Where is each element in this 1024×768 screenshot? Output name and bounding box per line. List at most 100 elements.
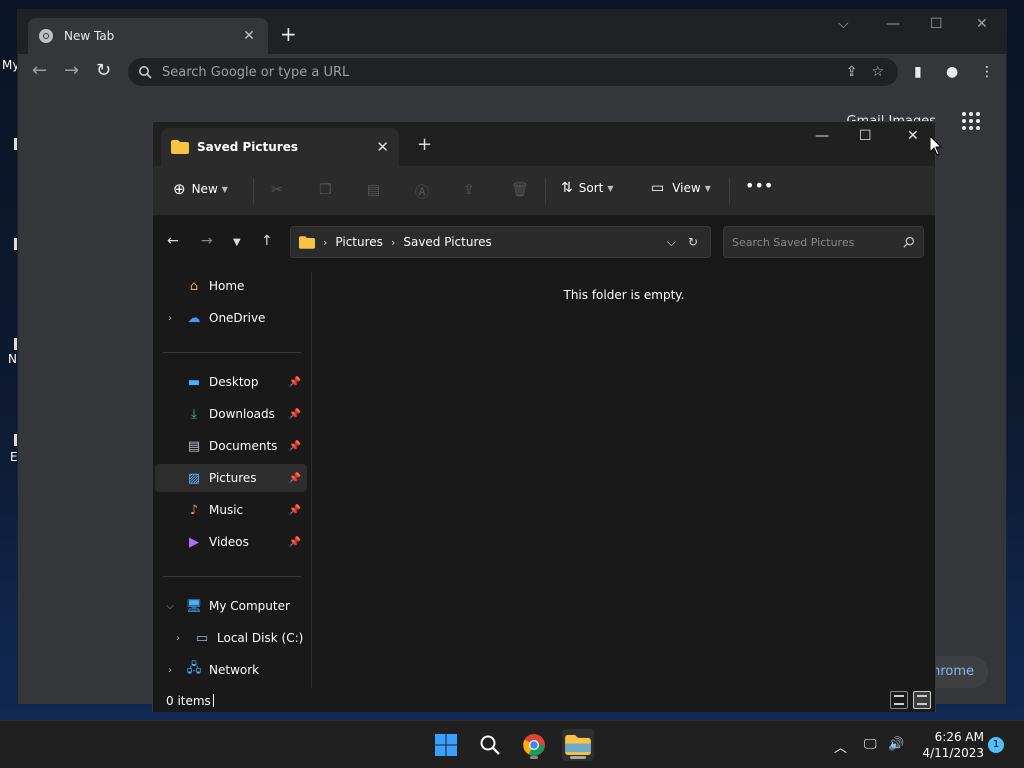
close-window-icon[interactable]: ✕ <box>976 16 988 32</box>
pin-icon[interactable]: 📌 <box>289 473 301 484</box>
recent-locations-chevron-icon[interactable]: ▼ <box>233 236 241 250</box>
pin-icon[interactable]: 📌 <box>289 537 301 548</box>
minimize-icon[interactable]: — <box>886 16 900 32</box>
chrome-tab-new-tab[interactable]: New Tab ✕ <box>28 18 268 54</box>
nav-item-network[interactable]: › 🖧 Network <box>155 656 307 684</box>
share-icon[interactable]: ⇪ <box>846 64 858 80</box>
pin-icon[interactable]: 📌 <box>289 377 301 388</box>
more-options-icon[interactable]: ••• <box>745 176 773 195</box>
pane-splitter[interactable] <box>311 272 312 688</box>
taskbar-search-button[interactable] <box>474 729 506 761</box>
music-icon: ♪ <box>189 502 199 518</box>
nav-item-my-computer[interactable]: ⌵ 🖥 My Computer <box>155 592 307 620</box>
pin-icon[interactable]: 📌 <box>289 505 301 516</box>
back-icon[interactable]: ← <box>167 234 179 248</box>
delete-icon[interactable]: 🗑 <box>511 182 529 198</box>
desktop-icon-label[interactable]: N <box>8 352 17 366</box>
google-apps-icon[interactable] <box>962 112 980 130</box>
more-menu-icon[interactable]: ⋮ <box>980 64 994 80</box>
nav-item-music[interactable]: ♪ Music 📌 <box>155 496 307 524</box>
profile-icon[interactable]: ● <box>946 64 958 80</box>
refresh-icon[interactable]: ↻ <box>688 235 698 249</box>
search-icon <box>903 236 915 248</box>
taskbar-file-explorer[interactable] <box>562 729 594 761</box>
new-tab-icon[interactable]: + <box>417 134 432 155</box>
address-history-chevron-icon[interactable]: ⌵ <box>667 235 676 250</box>
chrome-logo-icon <box>39 29 53 43</box>
nav-item-pictures[interactable]: ▨ Pictures 📌 <box>155 464 307 492</box>
download-icon: ⤓ <box>191 406 197 422</box>
nav-item-onedrive[interactable]: › ☁ OneDrive <box>155 304 307 332</box>
nav-item-local-disk[interactable]: › ▭ Local Disk (C:) <box>163 624 307 652</box>
nav-item-videos[interactable]: ▶ Videos 📌 <box>155 528 307 556</box>
network-status-icon[interactable]: 🖵 <box>864 737 877 752</box>
up-folder-icon[interactable]: ↑ <box>261 234 273 248</box>
copy-icon[interactable]: ❐ <box>319 182 332 198</box>
paste-icon[interactable]: ▤ <box>367 182 380 198</box>
chrome-logo-icon <box>523 734 545 756</box>
chrome-toolbar: ← → ↻ Search Google or type a URL ⇪ ☆ ▮ … <box>18 54 1006 90</box>
breadcrumb-saved-pictures[interactable]: Saved Pictures <box>403 235 491 249</box>
address-bar[interactable]: › Pictures › Saved Pictures ⌵ ↻ <box>290 226 711 258</box>
nav-item-documents[interactable]: ▤ Documents 📌 <box>155 432 307 460</box>
document-icon: ▤ <box>187 438 201 454</box>
view-button[interactable]: ▭ View ▼ <box>651 180 711 196</box>
new-tab-icon[interactable]: + <box>280 24 297 44</box>
show-hidden-icons-chevron-icon[interactable]: ︿ <box>834 737 847 756</box>
search-box[interactable] <box>723 226 924 258</box>
close-window-icon[interactable]: ✕ <box>907 128 919 144</box>
nav-item-home[interactable]: ⌂ Home <box>155 272 307 300</box>
pin-icon[interactable]: 📌 <box>289 409 301 420</box>
chevron-right-icon[interactable]: › <box>163 313 177 324</box>
maximize-icon[interactable]: ☐ <box>859 128 872 144</box>
rename-icon[interactable]: Ⓐ <box>415 182 429 202</box>
computer-icon: 🖥 <box>185 598 203 614</box>
taskbar-chrome[interactable] <box>518 729 550 761</box>
forward-icon[interactable]: → <box>64 62 79 80</box>
new-button[interactable]: ⊕ New ▼ <box>173 180 228 198</box>
chevron-right-icon[interactable]: › <box>163 665 177 676</box>
address-row: ← → ▼ ↑ › Pictures › Saved Pictures ⌵ ↻ <box>153 216 935 268</box>
nav-item-label: Videos <box>209 535 249 549</box>
chevron-right-icon[interactable]: › <box>171 633 185 644</box>
reload-icon[interactable]: ↻ <box>96 62 111 80</box>
breadcrumb-pictures[interactable]: Pictures <box>335 235 383 249</box>
explorer-body: ⌂ Home › ☁ OneDrive ▬ Desktop 📌 ⤓ Downlo… <box>153 268 935 688</box>
cut-icon[interactable]: ✂ <box>271 182 283 198</box>
forward-icon[interactable]: → <box>201 234 213 248</box>
file-explorer-window: Saved Pictures ✕ + — ☐ ✕ ⊕ New ▼ ✂ ❐ ▤ Ⓐ… <box>152 121 936 712</box>
breadcrumb-separator: › <box>390 235 396 249</box>
notification-badge[interactable]: 1 <box>988 737 1004 753</box>
minimize-icon[interactable]: — <box>815 128 829 144</box>
file-list-pane[interactable]: This folder is empty. <box>313 268 935 688</box>
chevron-down-icon: ▼ <box>704 183 711 193</box>
start-button[interactable] <box>430 729 462 761</box>
bookmark-star-icon[interactable]: ☆ <box>871 64 884 80</box>
folder-icon <box>171 140 189 154</box>
details-view-icon[interactable] <box>890 691 908 709</box>
explorer-tab-saved-pictures[interactable]: Saved Pictures ✕ <box>161 128 399 166</box>
back-icon[interactable]: ← <box>32 62 47 80</box>
maximize-icon[interactable]: ☐ <box>930 16 943 32</box>
volume-icon[interactable]: 🔊 <box>888 737 904 752</box>
tiles-view-icon[interactable] <box>913 691 931 709</box>
sort-button[interactable]: ⇅ Sort ▼ <box>561 180 614 196</box>
tab-search-chevron-icon[interactable]: ⌵ <box>838 16 849 32</box>
clock[interactable]: 6:26 AM 4/11/2023 <box>916 729 984 761</box>
chevron-down-icon: ▼ <box>607 183 614 193</box>
chevron-down-icon[interactable]: ⌵ <box>163 601 177 612</box>
pin-icon[interactable]: 📌 <box>289 441 301 452</box>
close-tab-icon[interactable]: ✕ <box>376 138 389 156</box>
nav-item-desktop[interactable]: ▬ Desktop 📌 <box>155 368 307 396</box>
item-count: 0 items <box>166 694 211 708</box>
folder-icon <box>299 235 315 249</box>
omnibox[interactable]: Search Google or type a URL ⇪ ☆ <box>128 58 898 86</box>
nav-item-downloads[interactable]: ⤓ Downloads 📌 <box>155 400 307 428</box>
close-tab-icon[interactable]: ✕ <box>240 28 258 44</box>
search-input[interactable] <box>732 235 903 249</box>
share-icon[interactable]: ⇪ <box>463 182 475 198</box>
side-panel-icon[interactable]: ▮ <box>914 64 922 80</box>
nav-item-label: Local Disk (C:) <box>217 631 304 645</box>
navigation-pane: ⌂ Home › ☁ OneDrive ▬ Desktop 📌 ⤓ Downlo… <box>153 268 311 688</box>
running-indicator <box>570 756 586 759</box>
